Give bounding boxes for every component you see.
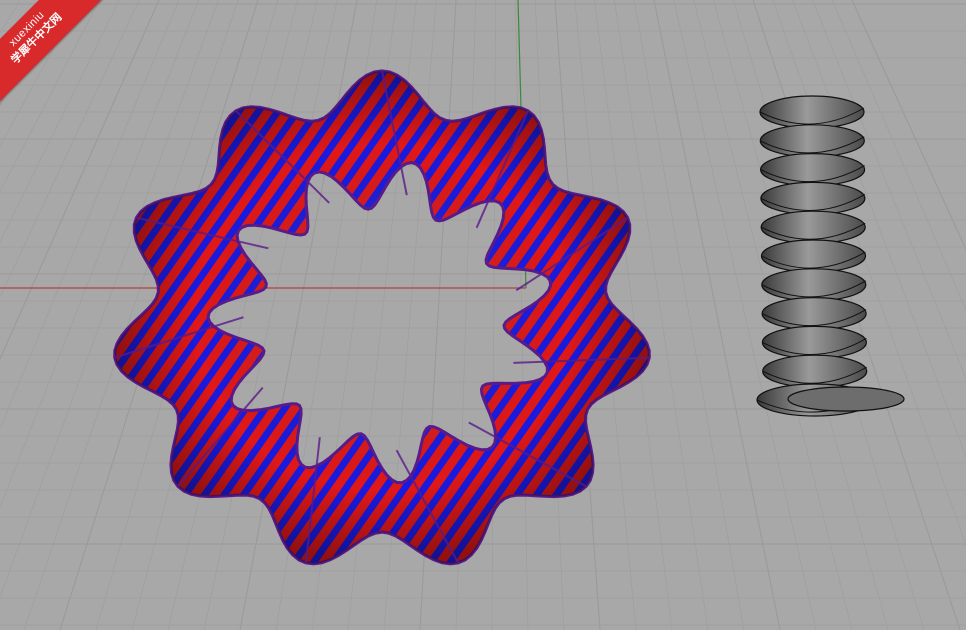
grid-line-vertical — [0, 0, 160, 361]
helix-turn — [760, 210, 866, 244]
helix-turn — [761, 297, 867, 331]
helix-turn — [759, 124, 865, 158]
viewport-canvas[interactable] — [0, 0, 966, 630]
grid-line-vertical — [0, 0, 120, 243]
grid-line-vertical — [633, 0, 745, 630]
helix-turn — [760, 181, 866, 215]
helix-turn — [759, 95, 865, 129]
grid-line-vertical — [0, 0, 100, 193]
helix-turn — [762, 354, 868, 388]
grid-line-vertical — [0, 0, 61, 107]
grid-line-vertical — [851, 0, 966, 251]
helix-sweep-object[interactable] — [756, 95, 905, 417]
helix-base-cap — [787, 386, 905, 412]
helix-turn — [759, 153, 866, 187]
rhino-perspective-viewport[interactable]: xuexiniu 学犀牛中文网 — [0, 0, 966, 630]
helix-turn — [760, 239, 867, 273]
grid-line-vertical — [614, 0, 709, 630]
grid-line-vertical — [0, 0, 140, 298]
grid-line-vertical — [491, 0, 496, 630]
grid-line-vertical — [0, 0, 81, 147]
helix-turn — [761, 325, 868, 359]
helix-turn — [761, 268, 867, 302]
